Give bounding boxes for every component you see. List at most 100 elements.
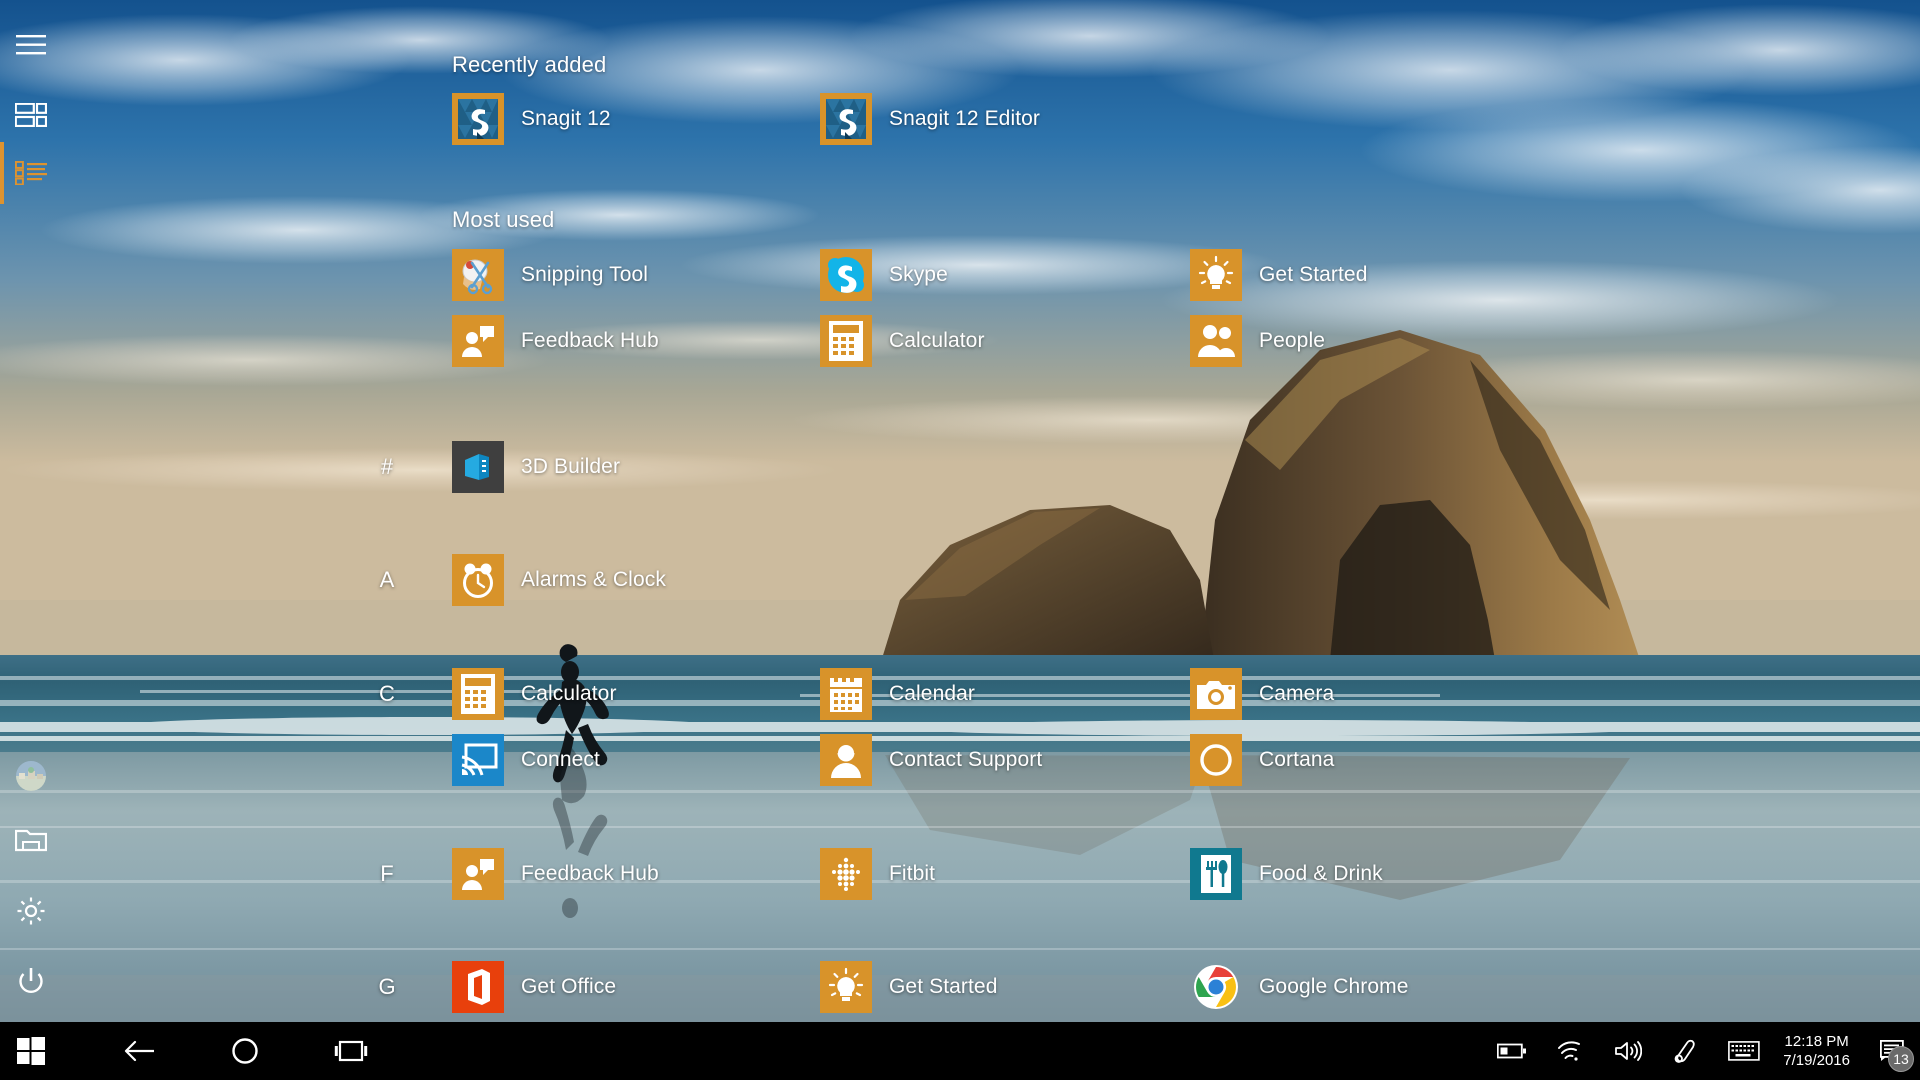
scissors-icon	[452, 249, 504, 301]
task-view-button[interactable]	[320, 1022, 382, 1080]
recently-added-item-0[interactable]: Snagit 12	[452, 92, 611, 146]
3d-builder-icon	[452, 441, 504, 493]
office-icon	[452, 961, 504, 1013]
app-label: Fitbit	[889, 862, 936, 885]
notification-count-badge: 13	[1888, 1046, 1914, 1072]
letter-header-g[interactable]: G	[360, 960, 414, 1014]
app-label: Get Started	[889, 975, 998, 998]
app-item-connect[interactable]: Connect	[452, 733, 600, 787]
app-label: Calendar	[889, 682, 976, 705]
keyboard-icon[interactable]	[1715, 1022, 1773, 1080]
back-button[interactable]	[108, 1022, 170, 1080]
headset-person-icon	[820, 734, 872, 786]
app-item-camera[interactable]: Camera	[1190, 667, 1334, 721]
calendar-icon	[820, 668, 872, 720]
task-view-icon	[334, 1040, 368, 1062]
snagit-icon	[452, 93, 504, 145]
tiles-icon	[15, 103, 47, 127]
app-item-contact-support[interactable]: Contact Support	[820, 733, 1042, 787]
cortana-ring-icon	[232, 1038, 258, 1064]
system-tray: 12:18 PM 7/19/2016 13	[1483, 1022, 1920, 1080]
most-used-item-2[interactable]: Get Started	[1190, 248, 1368, 302]
app-item-alarms-clock[interactable]: Alarms & Clock	[452, 553, 666, 607]
app-item-feedback-hub[interactable]: Feedback Hub	[452, 847, 659, 901]
app-item-get-started[interactable]: Get Started	[820, 960, 998, 1014]
app-item-google-chrome[interactable]: Google Chrome	[1190, 960, 1409, 1014]
most-used-item-5[interactable]: People	[1190, 314, 1325, 368]
settings-button[interactable]	[0, 880, 62, 942]
camera-icon	[1190, 668, 1242, 720]
start-menu: Recently added Snagit 12 Snagit 12 Edito…	[0, 0, 1920, 1022]
letter-header-c[interactable]: C	[360, 667, 414, 721]
letter-header-hash[interactable]: #	[360, 440, 414, 494]
most-used-header: Most used	[452, 207, 555, 232]
hamburger-menu-button[interactable]	[0, 14, 62, 76]
recently-added-item-1[interactable]: Snagit 12 Editor	[820, 92, 1040, 146]
taskbar: 12:18 PM 7/19/2016 13	[0, 1022, 1920, 1080]
recently-added-section: Recently added	[452, 52, 606, 78]
battery-icon[interactable]	[1483, 1022, 1541, 1080]
app-item-food-drink[interactable]: Food & Drink	[1190, 847, 1383, 901]
app-label: Google Chrome	[1259, 975, 1409, 998]
app-item-cortana[interactable]: Cortana	[1190, 733, 1334, 787]
skype-icon	[820, 249, 872, 301]
clock-time: 12:18 PM	[1784, 1033, 1849, 1050]
people-icon	[1190, 315, 1242, 367]
clock-date: 7/19/2016	[1783, 1052, 1850, 1069]
user-account-button[interactable]	[0, 745, 62, 807]
alarm-clock-icon	[452, 554, 504, 606]
lightbulb-icon	[1190, 249, 1242, 301]
most-used-item-4[interactable]: Calculator	[820, 314, 985, 368]
action-center-button[interactable]: 13	[1864, 1022, 1920, 1080]
lightbulb-icon	[820, 961, 872, 1013]
power-icon	[19, 968, 43, 993]
most-used-section: Most used	[452, 207, 554, 233]
app-item-calendar[interactable]: Calendar	[820, 667, 975, 721]
chrome-icon	[1190, 961, 1242, 1013]
start-menu-left-rail	[0, 0, 62, 1022]
app-label: Alarms & Clock	[521, 568, 666, 591]
fitbit-dots-icon	[820, 848, 872, 900]
app-item-3d-builder[interactable]: 3D Builder	[452, 440, 620, 494]
app-label: Cortana	[1259, 748, 1335, 771]
app-label: 3D Builder	[521, 455, 621, 478]
most-used-item-1[interactable]: Skype	[820, 248, 948, 302]
calculator-icon	[820, 315, 872, 367]
power-button[interactable]	[0, 950, 62, 1012]
wifi-icon[interactable]	[1541, 1022, 1599, 1080]
cortana-ring-icon	[1190, 734, 1242, 786]
tiles-view-button[interactable]	[0, 84, 62, 146]
app-label: People	[1259, 329, 1325, 352]
fork-spoon-icon	[1190, 848, 1242, 900]
taskbar-clock[interactable]: 12:18 PM 7/19/2016	[1773, 1022, 1864, 1080]
app-label: Calculator	[521, 682, 617, 705]
snagit-icon	[820, 93, 872, 145]
recently-added-header: Recently added	[452, 52, 607, 77]
pen-icon[interactable]	[1657, 1022, 1715, 1080]
folder-icon	[15, 829, 47, 852]
cast-icon	[452, 734, 504, 786]
app-label: Feedback Hub	[521, 329, 659, 352]
letter-header-f[interactable]: F	[360, 847, 414, 901]
most-used-item-0[interactable]: Snipping Tool	[452, 248, 648, 302]
app-item-get-office[interactable]: Get Office	[452, 960, 616, 1014]
app-label: Camera	[1259, 682, 1335, 705]
start-button[interactable]	[0, 1022, 62, 1080]
hamburger-icon	[16, 35, 46, 55]
app-item-fitbit[interactable]: Fitbit	[820, 847, 935, 901]
feedback-icon	[452, 848, 504, 900]
app-label: Snipping Tool	[521, 263, 649, 286]
app-label: Connect	[521, 748, 600, 771]
app-label: Food & Drink	[1259, 862, 1383, 885]
app-label: Snagit 12	[521, 107, 611, 130]
app-label: Skype	[889, 263, 948, 286]
volume-icon[interactable]	[1599, 1022, 1657, 1080]
app-item-calculator[interactable]: Calculator	[452, 667, 617, 721]
letter-header-a[interactable]: A	[360, 553, 414, 607]
most-used-item-3[interactable]: Feedback Hub	[452, 314, 659, 368]
app-label: Calculator	[889, 329, 985, 352]
app-label: Contact Support	[889, 748, 1043, 771]
cortana-search-button[interactable]	[214, 1022, 276, 1080]
file-explorer-button[interactable]	[0, 808, 62, 870]
all-apps-list-button[interactable]	[0, 142, 62, 204]
